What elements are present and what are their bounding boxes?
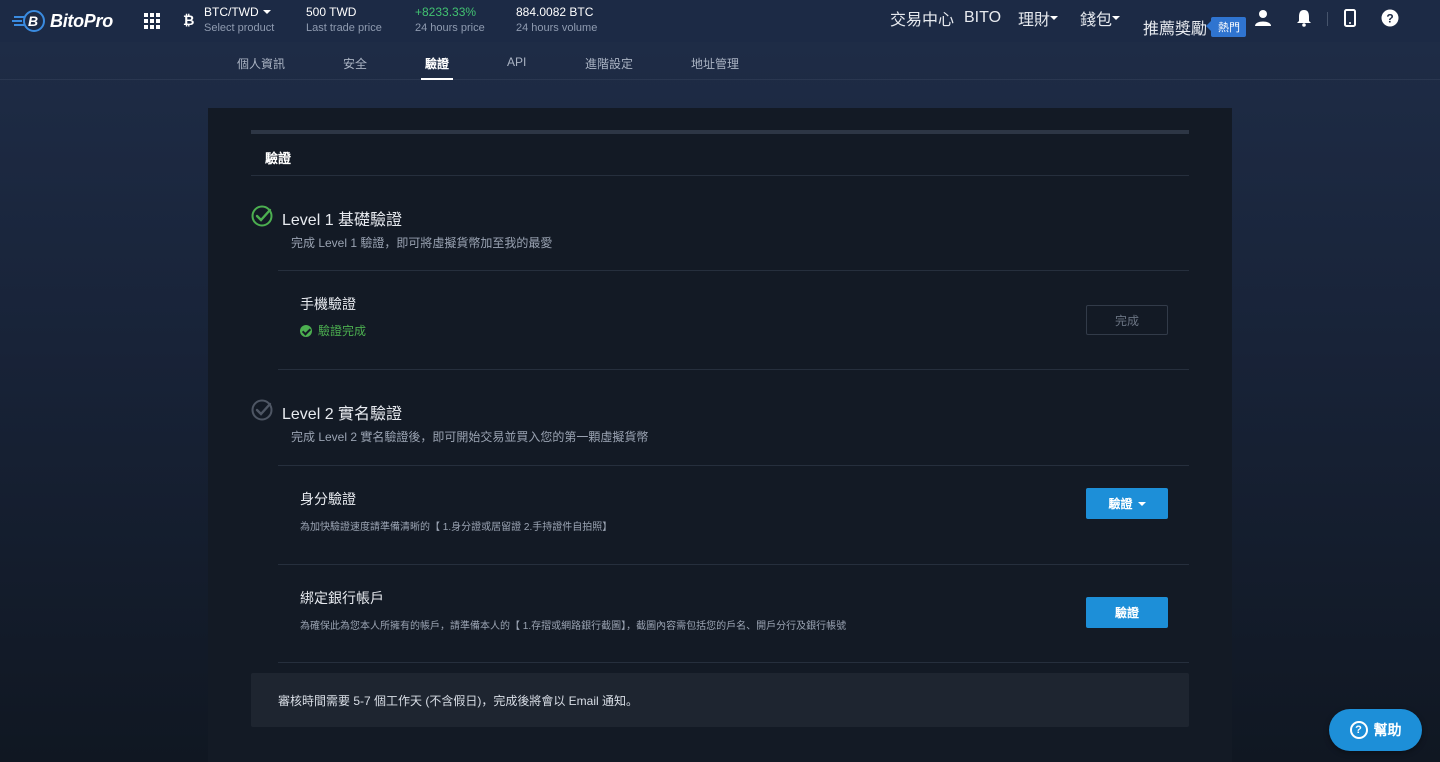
phone-done-button[interactable]: 完成 [1086, 305, 1168, 335]
tab-api[interactable]: API [507, 55, 526, 80]
hot-badge: 熱門 [1206, 17, 1247, 37]
level2-title: Level 2 實名驗證 [282, 406, 403, 423]
bitopro-logo-icon: B [12, 10, 45, 32]
user-icon[interactable] [1254, 9, 1272, 27]
identity-verify-label: 驗證 [1108, 497, 1133, 511]
chevron-down-icon [1137, 501, 1146, 506]
divider [278, 465, 1189, 466]
top-navbar: B BitoPro ₿ BTC/TWD Select product 500 T… [0, 0, 1440, 42]
nav-finance-label: 理財 [1018, 12, 1051, 29]
settings-tabs: 個人資訊 安全 驗證 API 進階設定 地址管理 [0, 42, 1440, 80]
bank-account-desc: 為確保此為您本人所擁有的帳戶，請準備本人的【 1.存摺或網路銀行截圖】，截圖內容… [300, 621, 847, 632]
phone-verification-status: 驗證完成 [300, 322, 366, 339]
last-price: 500 TWD Last trade price [306, 6, 382, 34]
bank-account-title: 綁定銀行帳戶 [300, 590, 384, 606]
chevron-down-icon [262, 10, 271, 14]
nav-wallet-label: 錢包 [1080, 12, 1113, 29]
phone-verification-status-text: 驗證完成 [318, 324, 367, 338]
identity-verify-button[interactable]: 驗證 [1086, 488, 1168, 519]
help-label: 幫助 [1373, 722, 1402, 738]
divider [278, 270, 1189, 271]
divider [278, 564, 1189, 565]
tab-security[interactable]: 安全 [343, 55, 367, 80]
tab-address-management[interactable]: 地址管理 [691, 55, 739, 80]
phone-verification-title: 手機驗證 [300, 296, 356, 312]
verification-panel: 驗證 Level 1 基礎驗證 完成 Level 1 驗證，即可將虛擬貨幣加至我… [208, 108, 1232, 762]
divider [1327, 12, 1328, 26]
price-change-label: 24 hours price [415, 22, 485, 34]
last-price-label: Last trade price [306, 22, 382, 34]
nav-bito-label: BITO [964, 9, 1002, 26]
price-change-value: +8233.33% [415, 5, 477, 19]
logo-text: BitoPro [50, 10, 113, 31]
chevron-down-icon [1112, 16, 1121, 20]
tab-advanced-settings[interactable]: 進階設定 [585, 55, 633, 80]
nav-trade-center-label: 交易中心 [890, 12, 955, 29]
divider [278, 369, 1189, 370]
bank-verify-button[interactable]: 驗證 [1086, 597, 1168, 628]
nav-referral-label: 推薦獎勵 [1143, 21, 1208, 38]
bitcoin-icon: ₿ [183, 12, 195, 28]
identity-verification-title: 身分驗證 [300, 491, 356, 507]
help-button[interactable]: ? 幫助 [1329, 709, 1422, 751]
mobile-icon[interactable] [1341, 9, 1359, 27]
panel-title: 驗證 [265, 151, 292, 166]
price-change: +8233.33% 24 hours price [415, 6, 485, 34]
pair-value: BTC/TWD [204, 5, 259, 19]
identity-verification-desc: 為加快驗證速度請準備清晰的【 1.身分證或居留證 2.手持證件自拍照】 [300, 522, 613, 533]
pair-selector[interactable]: BTC/TWD Select product [204, 6, 274, 34]
panel-top-border [251, 130, 1189, 134]
divider [251, 175, 1189, 176]
check-circle-icon [251, 205, 273, 227]
tab-personal-info[interactable]: 個人資訊 [237, 55, 285, 80]
divider [278, 662, 1189, 663]
svg-text:B: B [28, 13, 38, 29]
check-circle-icon [300, 324, 312, 337]
apps-grid-icon[interactable] [144, 13, 161, 30]
bell-icon[interactable] [1295, 9, 1313, 27]
review-time-note: 審核時間需要 5-7 個工作天 (不含假日)，完成後將會以 Email 通知。 [251, 673, 1189, 727]
help-question-icon[interactable]: ? [1381, 9, 1399, 27]
chevron-down-icon [1050, 16, 1059, 20]
level1-title: Level 1 基礎驗證 [282, 212, 403, 229]
question-icon: ? [1349, 721, 1368, 739]
last-price-value: 500 TWD [306, 5, 357, 19]
tab-verification[interactable]: 驗證 [420, 55, 454, 80]
level2-desc: 完成 Level 2 實名驗證後，即可開始交易並買入您的第一顆虛擬貨幣 [291, 430, 649, 444]
level1-desc: 完成 Level 1 驗證，即可將虛擬貨幣加至我的最愛 [291, 236, 553, 250]
volume-value: 884.0082 BTC [516, 5, 594, 19]
check-circle-icon [251, 399, 273, 421]
volume-label: 24 hours volume [516, 22, 598, 34]
svg-text:?: ? [1386, 12, 1393, 26]
bitopro-logo[interactable]: B BitoPro [12, 9, 113, 33]
pair-label: Select product [204, 22, 275, 34]
volume: 884.0082 BTC 24 hours volume [516, 6, 597, 34]
